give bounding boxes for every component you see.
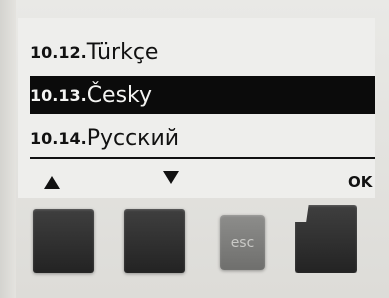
esc-button[interactable]: esc	[220, 215, 265, 270]
menu-item-turkce[interactable]: 10.12. Türkçe	[30, 33, 375, 71]
softkey-bar: OK	[30, 164, 375, 194]
ok-softkey-label: OK	[348, 173, 373, 191]
lcd-screen: 10.12. Türkçe 10.13. Česky 10.14. Русский O…	[18, 18, 375, 198]
arrow-down-icon	[163, 171, 179, 184]
down-button[interactable]	[124, 209, 185, 273]
menu-item-russian[interactable]: 10.14. Русский	[30, 119, 375, 157]
menu-item-label: Русский	[86, 125, 180, 151]
menu-item-label: Česky	[86, 82, 153, 108]
up-button[interactable]	[33, 209, 94, 273]
arrow-up-icon	[44, 176, 60, 189]
menu-item-number: 10.14.	[30, 128, 87, 148]
esc-button-label: esc	[230, 234, 255, 251]
menu-item-number: 10.12.	[30, 42, 87, 62]
softkey-separator	[30, 157, 375, 159]
menu-item-label: Türkçe	[86, 39, 159, 65]
device-bezel-edge	[0, 0, 16, 298]
menu-item-number: 10.13.	[30, 85, 87, 105]
menu-item-cesky-selected[interactable]: 10.13. Česky	[30, 76, 375, 114]
